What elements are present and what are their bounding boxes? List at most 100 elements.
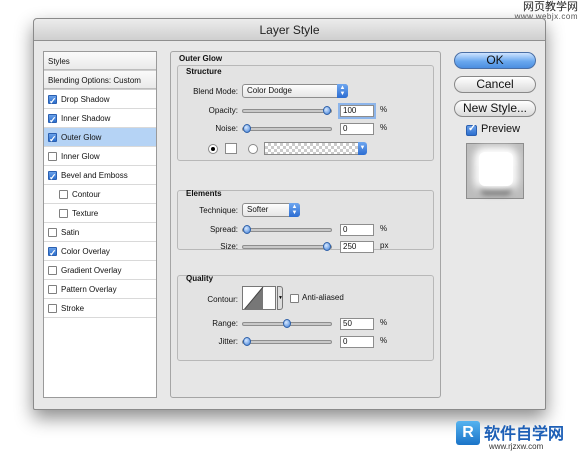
- sidebar-item-contour[interactable]: Contour: [44, 185, 156, 204]
- sidebar-item-bevel-and-emboss[interactable]: Bevel and Emboss: [44, 166, 156, 187]
- sidebar-item-inner-glow[interactable]: Inner Glow: [44, 147, 156, 166]
- layer-style-dialog: Layer Style Styles Blending Options: Cus…: [33, 18, 546, 410]
- outer-glow-panel: Outer Glow Structure Blend Mode: Color D…: [170, 51, 441, 398]
- spread-slider[interactable]: [242, 225, 332, 234]
- size-input[interactable]: 250: [340, 241, 374, 253]
- spread-slider-knob[interactable]: [243, 225, 251, 234]
- sidebar-item-checkbox[interactable]: [59, 190, 68, 199]
- sidebar-item-checkbox[interactable]: [48, 266, 57, 275]
- style-preview-thumbnail: [466, 143, 524, 199]
- watermark-cn-text: 网页教学网: [523, 0, 578, 13]
- sidebar-item-label: Inner Glow: [61, 152, 100, 161]
- new-style-button[interactable]: New Style...: [454, 100, 536, 117]
- sidebar-item-checkbox[interactable]: [48, 130, 57, 149]
- opacity-slider[interactable]: [242, 106, 332, 115]
- contour-picker[interactable]: [242, 286, 276, 310]
- blend-mode-select[interactable]: Color Dodge ▲ ▼: [242, 84, 348, 98]
- blend-mode-label: Blend Mode:: [193, 87, 238, 96]
- noise-unit: %: [380, 123, 388, 132]
- sidebar-item-label: Outer Glow: [61, 133, 102, 142]
- spread-label: Spread:: [209, 225, 238, 234]
- panel-title: Outer Glow: [179, 54, 223, 63]
- sidebar-item-label: Color Overlay: [61, 247, 110, 256]
- anti-aliased-checkbox[interactable]: [290, 294, 299, 303]
- structure-title: Structure: [186, 67, 222, 76]
- size-slider[interactable]: [242, 242, 332, 251]
- sidebar-item-gradient-overlay[interactable]: Gradient Overlay: [44, 261, 156, 280]
- sidebar-item-checkbox[interactable]: [48, 285, 57, 294]
- sidebar-item-stroke[interactable]: Stroke: [44, 299, 156, 318]
- sidebar-item-checkbox[interactable]: [48, 244, 57, 263]
- contour-label: Contour:: [207, 295, 238, 304]
- sidebar-item-checkbox[interactable]: [59, 209, 68, 218]
- sidebar-item-color-overlay[interactable]: Color Overlay: [44, 242, 156, 263]
- sidebar-item-checkbox[interactable]: [48, 111, 57, 130]
- range-slider-knob[interactable]: [283, 319, 291, 328]
- sidebar-item-label: Drop Shadow: [61, 95, 110, 104]
- sidebar-blending-options[interactable]: Blending Options: Custom: [44, 71, 156, 90]
- anti-aliased-label: Anti-aliased: [302, 293, 344, 302]
- elements-group: Elements Technique: Softer ▲ ▼ Spread: 0 …: [177, 189, 434, 253]
- sidebar-item-label: Contour: [72, 190, 101, 199]
- size-slider-knob[interactable]: [323, 242, 331, 251]
- sidebar-styles-header[interactable]: Styles: [44, 52, 156, 71]
- sidebar-item-inner-shadow[interactable]: Inner Shadow: [44, 109, 156, 130]
- logo-url-text: www.rjzxw.com: [489, 442, 544, 451]
- sidebar-item-label: Inner Shadow: [61, 114, 111, 123]
- preview-glow-shape: [479, 152, 513, 186]
- noise-slider[interactable]: [242, 124, 332, 133]
- solid-color-radio[interactable]: [208, 144, 218, 154]
- sidebar-item-label: Texture: [72, 209, 99, 218]
- jitter-slider[interactable]: [242, 337, 332, 346]
- opacity-label: Opacity:: [208, 106, 238, 115]
- sidebar-item-checkbox[interactable]: [48, 304, 57, 313]
- sidebar-item-checkbox[interactable]: [48, 228, 57, 237]
- sidebar-item-label: Satin: [61, 228, 80, 237]
- noise-input[interactable]: 0: [340, 123, 374, 135]
- glow-color-swatch[interactable]: [225, 143, 237, 154]
- chevron-updown-icon: ▲ ▼: [289, 203, 300, 217]
- jitter-slider-knob[interactable]: [243, 337, 251, 346]
- quality-group: Quality Contour: ▼ Anti-aliased Range: 5…: [177, 274, 434, 361]
- elements-title: Elements: [186, 189, 222, 198]
- dialog-title: Layer Style: [34, 19, 545, 41]
- contour-dropdown-icon[interactable]: ▼: [277, 286, 283, 310]
- opacity-input[interactable]: 100: [340, 105, 374, 117]
- sidebar-item-label: Pattern Overlay: [61, 285, 117, 294]
- jitter-label: Jitter:: [218, 337, 238, 346]
- sidebar-item-checkbox[interactable]: [48, 92, 57, 111]
- technique-value: Softer: [247, 205, 269, 214]
- sidebar-item-checkbox[interactable]: [48, 168, 57, 187]
- size-label: Size:: [220, 242, 238, 251]
- opacity-unit: %: [380, 105, 388, 114]
- cancel-button[interactable]: Cancel: [454, 76, 536, 93]
- blend-mode-value: Color Dodge: [247, 86, 292, 95]
- styles-sidebar: Styles Blending Options: Custom Drop Sha…: [43, 51, 157, 398]
- sidebar-item-texture[interactable]: Texture: [44, 204, 156, 223]
- sidebar-item-label: Gradient Overlay: [61, 266, 122, 275]
- technique-select[interactable]: Softer ▲ ▼: [242, 203, 300, 217]
- sidebar-item-outer-glow[interactable]: Outer Glow: [44, 128, 156, 149]
- sidebar-item-label: Bevel and Emboss: [61, 171, 128, 180]
- logo-r-icon: R: [456, 421, 480, 445]
- sidebar-item-drop-shadow[interactable]: Drop Shadow: [44, 90, 156, 111]
- noise-slider-knob[interactable]: [243, 124, 251, 133]
- range-label: Range:: [212, 319, 238, 328]
- spread-input[interactable]: 0: [340, 224, 374, 236]
- sidebar-item-label: Stroke: [61, 304, 85, 313]
- gradient-dropdown-icon[interactable]: ▼: [358, 142, 367, 155]
- sidebar-item-pattern-overlay[interactable]: Pattern Overlay: [44, 280, 156, 299]
- range-unit: %: [380, 318, 388, 327]
- sidebar-item-checkbox[interactable]: [48, 152, 57, 161]
- spread-unit: %: [380, 224, 388, 233]
- ok-button[interactable]: OK: [454, 52, 536, 69]
- glow-gradient-picker[interactable]: [264, 142, 362, 155]
- range-slider[interactable]: [242, 319, 332, 328]
- sidebar-item-satin[interactable]: Satin: [44, 223, 156, 242]
- preview-checkbox[interactable]: [466, 123, 477, 136]
- jitter-input[interactable]: 0: [340, 336, 374, 348]
- technique-label: Technique:: [199, 206, 238, 215]
- gradient-radio[interactable]: [248, 144, 258, 154]
- opacity-slider-knob[interactable]: [323, 106, 331, 115]
- range-input[interactable]: 50: [340, 318, 374, 330]
